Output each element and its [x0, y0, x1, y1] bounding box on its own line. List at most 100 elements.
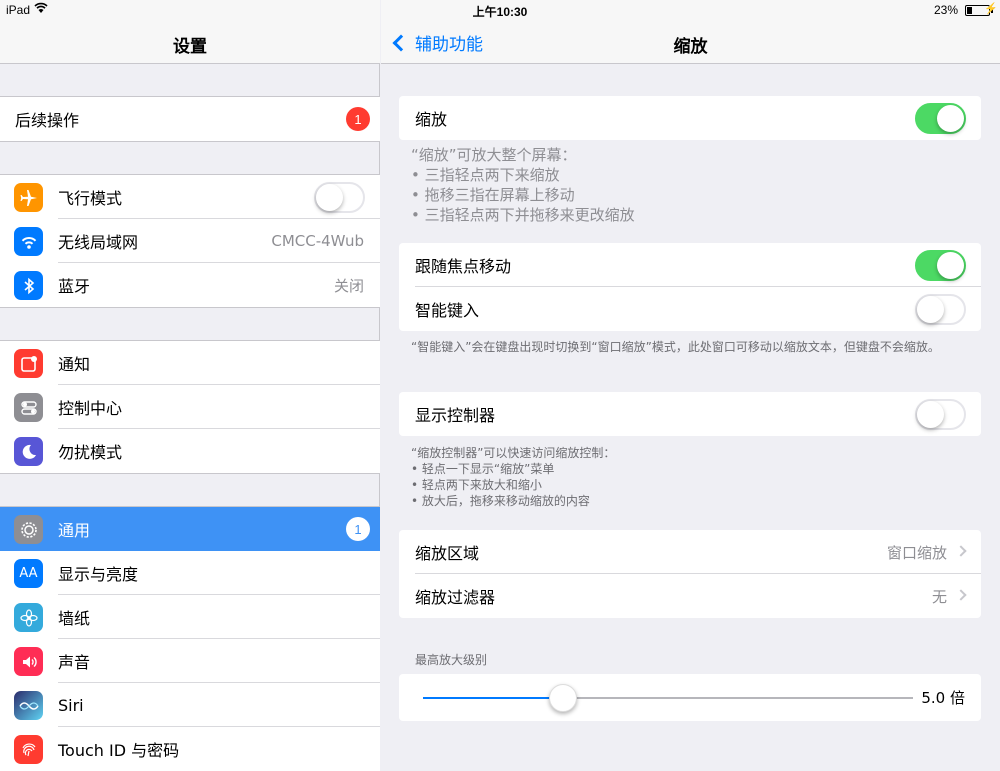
zoom-info-title: “缩放”可放大整个屏幕：	[411, 146, 577, 164]
sidebar-item-bluetooth[interactable]: 蓝牙 关闭	[0, 263, 380, 307]
max-zoom-value: 5.0 倍	[921, 689, 965, 707]
sidebar-item-airplane-mode[interactable]: 飞行模式	[0, 175, 380, 219]
status-bar: iPad 上午10:30 23% ⚡	[0, 0, 1000, 20]
sidebar-item-display-brightness[interactable]: AA 显示与亮度	[0, 551, 380, 595]
flower-icon	[14, 603, 43, 632]
notifications-group: 通知 控制中心 勿扰模式	[0, 340, 380, 474]
max-zoom-card: 5.0 倍	[399, 674, 981, 721]
zoom-info: “缩放”可放大整个屏幕： • 三指轻点两下来缩放 • 拖移三指在屏幕上移动 • …	[411, 145, 971, 225]
battery-percent: 23%	[933, 3, 958, 17]
speaker-icon	[14, 647, 43, 676]
sidebar-item-do-not-disturb[interactable]: 勿扰模式	[0, 429, 380, 473]
smart-typing-label: 智能键入	[415, 301, 480, 320]
sidebar-item-label: 通用	[58, 521, 91, 540]
sidebar-item-wifi[interactable]: 无线局域网 CMCC-4Wub	[0, 219, 380, 263]
controller-note-title: “缩放控制器”可以快速访问缩放控制：	[411, 446, 616, 460]
zoom-info-item: • 三指轻点两下并拖移来更改缩放	[411, 206, 635, 224]
charging-icon: ⚡	[984, 3, 998, 15]
sidebar-item-label: 控制中心	[58, 399, 123, 418]
toggle-knob	[937, 105, 964, 132]
region-card: 缩放区域 窗口缩放 缩放过滤器 无	[399, 530, 981, 618]
controller-card: 显示控制器	[399, 392, 981, 436]
zoom-info-item: • 三指轻点两下来缩放	[411, 166, 560, 184]
sidebar-item-label: 声音	[58, 653, 91, 672]
page-title: 缩放	[673, 37, 708, 57]
sidebar-item-label: 飞行模式	[58, 189, 123, 208]
airplane-icon	[14, 183, 43, 212]
siri-icon	[14, 691, 43, 720]
zoom-label: 缩放	[415, 110, 448, 129]
sidebar-item-label: 后续操作	[15, 111, 80, 130]
status-time: 上午10:30	[472, 5, 528, 19]
slider-fill	[423, 697, 563, 699]
sidebar-item-label: 蓝牙	[58, 277, 91, 296]
controller-note: “缩放控制器”可以快速访问缩放控制： • 轻点一下显示“缩放”菜单 • 轻点两下…	[411, 445, 971, 509]
sidebar-item-wallpaper[interactable]: 墙纸	[0, 595, 380, 639]
sidebar-item-follow-up[interactable]: 后续操作 1	[0, 97, 380, 141]
zoom-region-row[interactable]: 缩放区域 窗口缩放	[399, 530, 981, 574]
smart-typing-toggle[interactable]	[915, 294, 966, 325]
sidebar-item-siri[interactable]: Siri	[0, 683, 380, 727]
sidebar-item-notifications[interactable]: 通知	[0, 341, 380, 385]
notification-badge: 1	[346, 107, 370, 131]
control-center-icon	[14, 393, 43, 422]
focus-card: 跟随焦点移动 智能键入	[399, 243, 981, 331]
smart-typing-row: 智能键入	[399, 287, 981, 331]
sidebar-item-label: 通知	[58, 355, 91, 374]
sidebar-item-touch-id[interactable]: Touch ID 与密码	[0, 727, 380, 771]
zoom-region-label: 缩放区域	[415, 544, 480, 563]
zoom-region-value: 窗口缩放	[886, 543, 947, 562]
toggle-knob	[937, 252, 964, 279]
toggle-knob	[917, 401, 944, 428]
show-controller-row: 显示控制器	[399, 392, 981, 436]
sidebar-item-label: Touch ID 与密码	[58, 741, 180, 760]
follow-focus-toggle[interactable]	[915, 250, 966, 281]
sidebar-item-control-center[interactable]: 控制中心	[0, 385, 380, 429]
airplane-mode-toggle[interactable]	[314, 182, 365, 213]
sidebar-item-label: Siri	[58, 695, 84, 715]
slider-thumb[interactable]	[549, 684, 577, 712]
zoom-info-item: • 拖移三指在屏幕上移动	[411, 186, 575, 204]
smart-typing-note: “智能键入”会在键盘出现时切换到“窗口缩放”模式，此处窗口可移动以缩放文本，但键…	[411, 340, 940, 354]
toggle-knob	[917, 296, 944, 323]
follow-up-group: 后续操作 1	[0, 96, 380, 142]
sidebar-title: 设置	[173, 37, 207, 57]
connectivity-group: 飞行模式 无线局域网 CMCC-4Wub 蓝牙 关闭	[0, 174, 380, 308]
notifications-icon	[14, 349, 43, 378]
settings-sidebar: 设置 后续操作 1 飞行模式 无线局域网 CMCC-4Wub 蓝牙 关闭 通知 …	[0, 0, 380, 771]
zoom-filter-value: 无	[931, 587, 947, 606]
max-zoom-label: 最高放大级别	[415, 653, 488, 667]
zoom-toggle[interactable]	[915, 103, 966, 134]
toggle-knob	[316, 184, 343, 211]
wifi-network-name: CMCC-4Wub	[271, 232, 364, 250]
follow-focus-row: 跟随焦点移动	[399, 243, 981, 287]
wifi-icon	[14, 227, 43, 256]
sidebar-item-label: 无线局域网	[58, 233, 139, 252]
sidebar-item-sounds[interactable]: 声音	[0, 639, 380, 683]
sidebar-item-label: 显示与亮度	[58, 565, 139, 584]
moon-icon	[14, 437, 43, 466]
bluetooth-icon	[14, 271, 43, 300]
sidebar-item-general[interactable]: 通用 1	[0, 507, 380, 551]
controller-note-item: • 轻点两下来放大和缩小	[411, 478, 542, 492]
zoom-settings-pane: 辅助功能 缩放 缩放 “缩放”可放大整个屏幕： • 三指轻点两下来缩放 • 拖移…	[381, 0, 1000, 750]
zoom-filter-label: 缩放过滤器	[415, 588, 496, 607]
chevron-right-icon	[955, 545, 967, 557]
follow-focus-label: 跟随焦点移动	[415, 257, 512, 276]
sidebar-item-label: 墙纸	[58, 609, 91, 628]
sidebar-item-label: 勿扰模式	[58, 443, 123, 462]
chevron-right-icon	[955, 589, 967, 601]
max-zoom-slider[interactable]	[423, 684, 913, 712]
bluetooth-status: 关闭	[333, 276, 364, 295]
show-controller-label: 显示控制器	[415, 406, 496, 425]
controller-note-item: • 放大后，拖移来移动缩放的内容	[411, 494, 590, 508]
zoom-filter-row[interactable]: 缩放过滤器 无	[399, 574, 981, 618]
zoom-row: 缩放	[399, 96, 981, 140]
gear-icon	[14, 515, 43, 544]
zoom-card: 缩放	[399, 96, 981, 140]
text-size-icon: AA	[14, 559, 43, 588]
notification-badge: 1	[346, 517, 370, 541]
general-group: 通用 1 AA 显示与亮度 墙纸 声音 Siri Touch ID 与密码	[0, 506, 380, 771]
controller-note-item: • 轻点一下显示“缩放”菜单	[411, 462, 555, 476]
show-controller-toggle[interactable]	[915, 399, 966, 430]
